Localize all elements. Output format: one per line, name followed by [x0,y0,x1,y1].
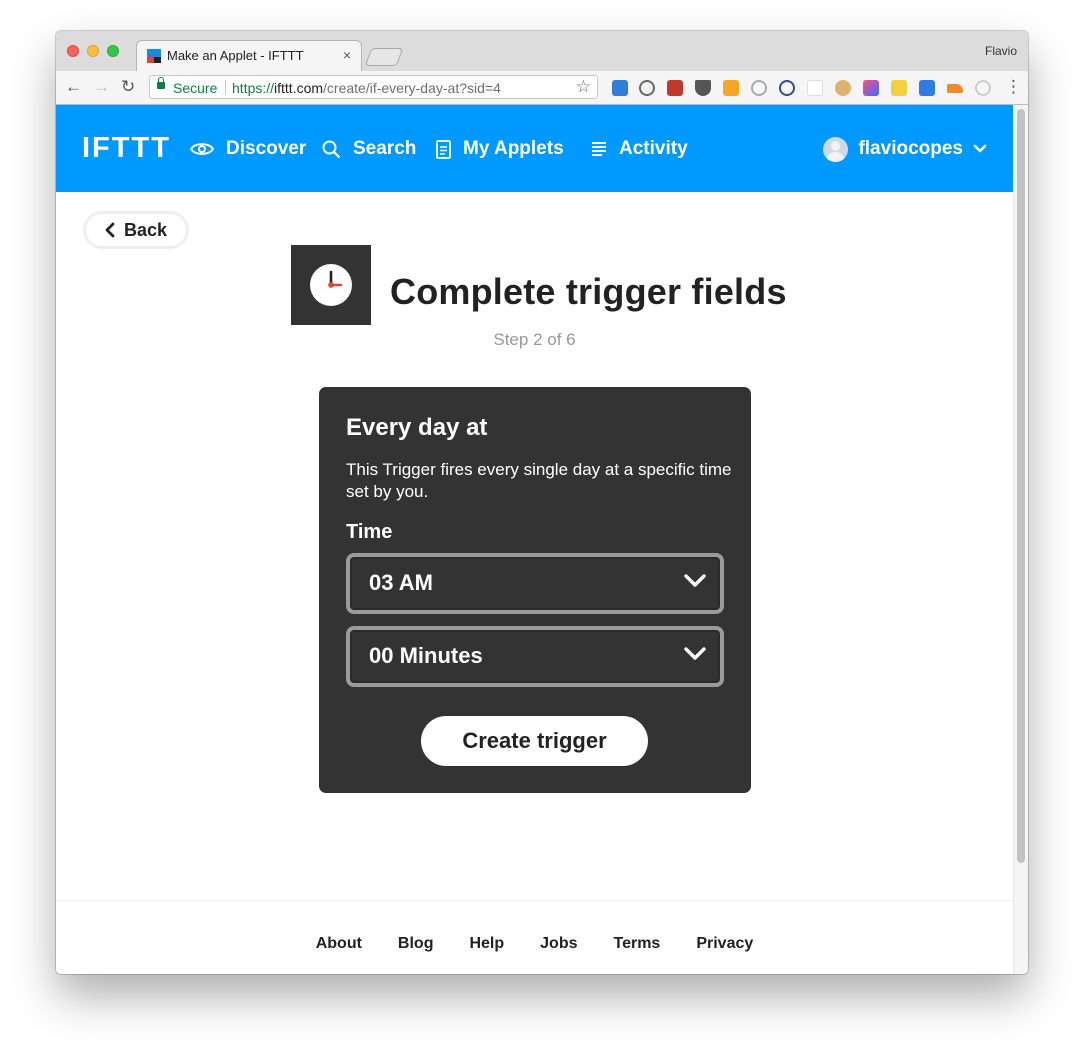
new-tab-button[interactable] [364,48,404,66]
lock-icon [157,77,165,89]
extension-icon[interactable] [612,80,628,96]
trigger-description: This Trigger fires every single day at a… [346,460,732,501]
extension-icon[interactable] [975,80,991,96]
list-icon [592,142,606,156]
ifttt-logo[interactable]: IFTTT [82,133,171,163]
eye-icon [190,143,214,155]
window-maximize-button[interactable] [107,45,119,57]
reload-icon[interactable]: ↻ [121,77,135,97]
nav-discover[interactable]: Discover [190,136,306,162]
browser-toolbar: ← → ↻ Secure https://ifttt.com/create/if… [56,71,1028,105]
back-label: Back [123,219,168,240]
tab-strip: Make an Applet - IFTTT × Flavio [56,31,1028,71]
footer-link-privacy[interactable]: Privacy [696,935,753,953]
extension-icon[interactable] [639,80,655,96]
search-icon [322,140,341,158]
back-arrow-icon[interactable]: ← [65,77,82,97]
react-icon[interactable] [779,80,795,96]
chevron-down-icon [684,574,706,587]
trigger-title: Every day at [346,414,488,441]
tab-title: Make an Applet - IFTTT [167,48,304,63]
star-icon[interactable]: ☆ [576,77,591,97]
footer-link-terms[interactable]: Terms [613,935,660,953]
hour-select-value: 03 AM [369,570,433,595]
clock-icon [310,264,352,306]
nav-my-applets[interactable]: My Applets [436,136,564,162]
nav-activity-label: Activity [619,138,688,159]
url-separator [225,80,226,94]
trigger-card: Every day at This Trigger fires every si… [319,387,751,793]
hour-select[interactable]: 03 AM [346,553,724,614]
extension-icon[interactable] [947,84,963,93]
nav-my-applets-label: My Applets [463,138,564,159]
secure-label: Secure [173,80,218,96]
minute-select-value: 00 Minutes [369,643,483,668]
page-title: Complete trigger fields [390,271,787,312]
avatar [823,136,849,162]
scrollbar-thumb[interactable] [1017,109,1025,863]
page-viewport: IFTTT Discover Search My Applets Activit… [56,105,1013,974]
document-icon [436,139,451,159]
browser-window: Make an Applet - IFTTT × Flavio ← → ↻ Se… [56,31,1028,974]
footer-link-help[interactable]: Help [469,935,504,953]
footer-link-about[interactable]: About [316,935,362,953]
extension-icon[interactable] [807,80,823,96]
extension-icon[interactable] [667,80,683,96]
window-minimize-button[interactable] [87,45,99,57]
menu-kebab-icon[interactable]: ⋮ [1005,77,1022,97]
extension-icon[interactable] [751,80,767,96]
minute-select[interactable]: 00 Minutes [346,626,724,687]
create-trigger-button[interactable]: Create trigger [421,716,648,766]
extension-icon[interactable] [835,80,851,96]
profile-name[interactable]: Flavio [985,44,1017,58]
nav-discover-label: Discover [226,138,307,159]
browser-tab[interactable]: Make an Applet - IFTTT × [136,40,362,71]
extension-icon[interactable] [919,80,935,96]
time-field-label: Time [346,521,393,543]
footer-links: About Blog Help Jobs Terms Privacy [56,935,1013,953]
footer-link-blog[interactable]: Blog [398,935,434,953]
address-bar[interactable]: Secure https://ifttt.com/create/if-every… [149,75,598,99]
tab-close-icon[interactable]: × [343,47,351,63]
extension-icon[interactable] [863,80,879,96]
user-menu[interactable]: flaviocopes [823,135,987,163]
window-close-button[interactable] [67,45,79,57]
forward-arrow-icon[interactable]: → [93,77,110,97]
ifttt-favicon-icon [147,49,161,63]
nav-search-label: Search [353,138,417,159]
nav-activity[interactable]: Activity [591,136,688,162]
service-tile [291,245,371,325]
chevron-down-icon [973,144,987,153]
step-indicator: Step 2 of 6 [493,330,576,349]
css-icon[interactable] [891,80,907,96]
site-header: IFTTT Discover Search My Applets Activit… [56,105,1013,192]
footer-link-jobs[interactable]: Jobs [540,935,577,953]
site-footer: About Blog Help Jobs Terms Privacy [56,900,1013,974]
nav-search[interactable]: Search [322,136,416,162]
pocket-icon[interactable] [695,80,711,96]
chevron-left-icon [105,222,115,238]
url-text[interactable]: https://ifttt.com/create/if-every-day-at… [232,80,501,96]
extension-icon[interactable] [723,80,739,96]
username: flaviocopes [858,138,963,159]
back-button[interactable]: Back [83,211,189,249]
chevron-down-icon [684,647,706,660]
